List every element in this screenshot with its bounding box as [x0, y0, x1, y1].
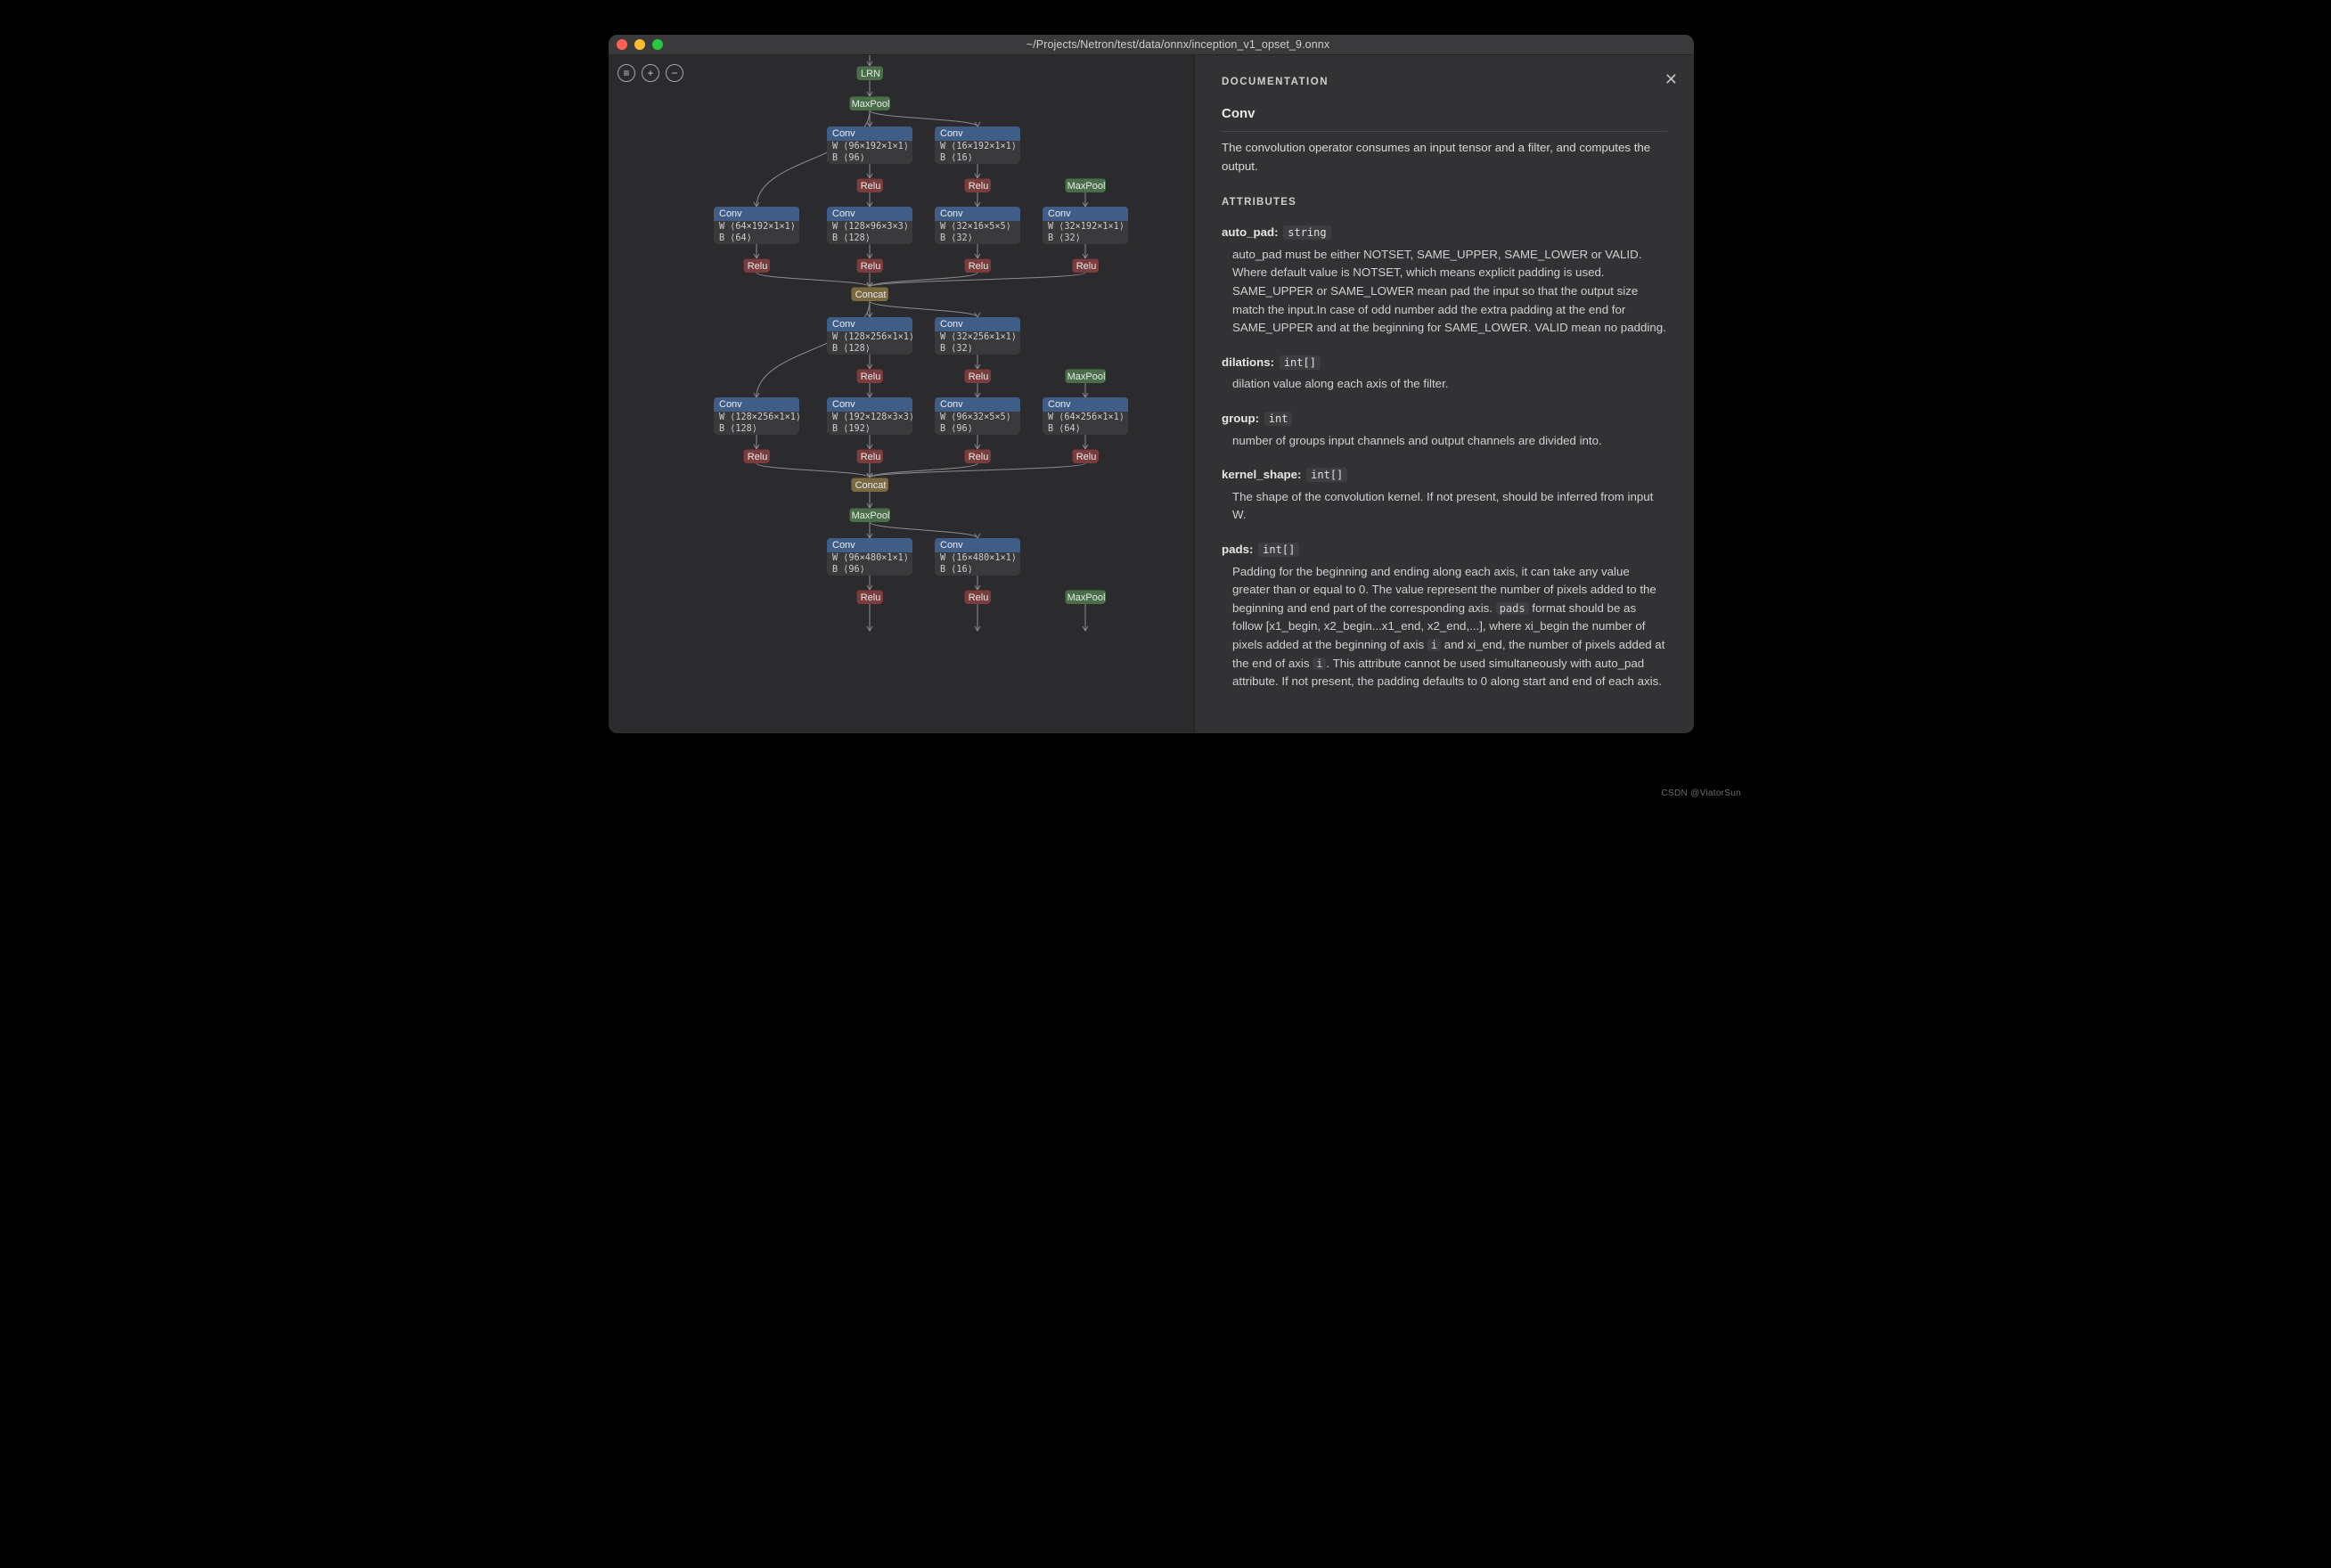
attr-desc: dilation value along each axis of the fi… — [1232, 375, 1667, 394]
relu-node[interactable]: Relu — [856, 258, 883, 273]
watermark: CSDN @ViatorSun — [1662, 788, 1742, 798]
maxpool-node[interactable]: MaxPool — [1065, 369, 1106, 383]
relu-node[interactable]: Relu — [964, 449, 991, 463]
relu-node[interactable]: Relu — [1072, 449, 1099, 463]
relu-node[interactable]: Relu — [964, 178, 991, 192]
window-title: ~/Projects/Netron/test/data/onnx/incepti… — [670, 38, 1686, 51]
conv-node[interactable]: ConvW ⟨128×96×3×3⟩B ⟨128⟩ — [827, 207, 912, 244]
relu-node[interactable]: Relu — [856, 590, 883, 604]
relu-node[interactable]: Relu — [743, 449, 770, 463]
relu-node[interactable]: Relu — [964, 258, 991, 273]
attr-desc: auto_pad must be either NOTSET, SAME_UPP… — [1232, 246, 1667, 338]
doc-sidebar: ✕ DOCUMENTATION Conv The convolution ope… — [1194, 55, 1694, 733]
close-icon[interactable] — [617, 39, 627, 50]
attr-list: auto_pad: string auto_pad must be either … — [1222, 224, 1667, 691]
canvas-toolbar: ≡ + − — [618, 64, 683, 82]
attr-name: auto_pad: — [1222, 225, 1279, 239]
attr-desc: The shape of the convolution kernel. If … — [1232, 488, 1667, 525]
attr-type: int[] — [1306, 468, 1347, 482]
graph-canvas[interactable]: ≡ + − LRN MaxPool ConvW ⟨96×192×1×1⟩B ⟨96⟩… — [609, 55, 1194, 733]
menu-icon: ≡ — [623, 67, 629, 79]
maxpool-node[interactable]: MaxPool — [1065, 178, 1106, 192]
doc-title: Conv — [1222, 103, 1667, 132]
concat-node[interactable]: Concat — [851, 478, 888, 492]
zoom-in-button[interactable]: + — [642, 64, 659, 82]
attr-desc: number of groups input channels and outp… — [1232, 432, 1667, 451]
conv-node[interactable]: ConvW ⟨64×192×1×1⟩B ⟨64⟩ — [714, 207, 799, 244]
attr-type: int — [1264, 412, 1293, 426]
conv-node[interactable]: ConvW ⟨128×256×1×1⟩B ⟨128⟩ — [827, 317, 912, 355]
relu-node[interactable]: Relu — [856, 178, 883, 192]
plus-icon: + — [647, 67, 653, 79]
conv-node[interactable]: ConvW ⟨192×128×3×3⟩B ⟨192⟩ — [827, 397, 912, 435]
maxpool-node[interactable]: MaxPool — [1065, 590, 1106, 604]
app-window: ~/Projects/Netron/test/data/onnx/incepti… — [609, 35, 1694, 733]
attr-type: string — [1283, 225, 1330, 240]
attr-desc: Padding for the beginning and ending alo… — [1232, 563, 1667, 691]
graph-svg: LRN MaxPool ConvW ⟨96×192×1×1⟩B ⟨96⟩ ConvW … — [609, 55, 1194, 733]
attr-name: dilations: — [1222, 355, 1274, 369]
conv-node[interactable]: ConvW ⟨64×256×1×1⟩B ⟨64⟩ — [1043, 397, 1128, 435]
concat-node[interactable]: Concat — [851, 287, 888, 301]
attr-item: dilations: int[] dilation value along eac… — [1222, 354, 1667, 394]
relu-node[interactable]: Relu — [964, 590, 991, 604]
relu-node[interactable]: Relu — [1072, 258, 1099, 273]
menu-button[interactable]: ≡ — [618, 64, 635, 82]
minimize-icon[interactable] — [634, 39, 645, 50]
attr-item: kernel_shape: int[] The shape of the conv… — [1222, 466, 1667, 525]
attr-name: pads: — [1222, 543, 1253, 556]
attr-type: int[] — [1280, 355, 1321, 370]
minus-icon: − — [671, 67, 677, 79]
maxpool-node[interactable]: MaxPool — [849, 96, 890, 110]
doc-heading: DOCUMENTATION — [1222, 75, 1667, 91]
attr-item: pads: int[] Padding for the beginning and… — [1222, 541, 1667, 691]
conv-node[interactable]: ConvW ⟨32×16×5×5⟩B ⟨32⟩ — [935, 207, 1020, 244]
conv-node[interactable]: ConvW ⟨96×480×1×1⟩B ⟨96⟩ — [827, 538, 912, 576]
conv-node[interactable]: ConvW ⟨16×192×1×1⟩B ⟨16⟩ — [935, 127, 1020, 164]
zoom-out-button[interactable]: − — [666, 64, 683, 82]
relu-node[interactable]: Relu — [856, 369, 883, 383]
lrn-node[interactable]: LRN — [856, 66, 883, 80]
attr-name: group: — [1222, 412, 1259, 425]
attr-type: int[] — [1258, 543, 1299, 557]
maxpool-node[interactable]: MaxPool — [849, 508, 890, 522]
conv-node[interactable]: ConvW ⟨96×192×1×1⟩B ⟨96⟩ — [827, 127, 912, 164]
conv-node[interactable]: ConvW ⟨32×256×1×1⟩B ⟨32⟩ — [935, 317, 1020, 355]
conv-node[interactable]: ConvW ⟨16×480×1×1⟩B ⟨16⟩ — [935, 538, 1020, 576]
relu-node[interactable]: Relu — [856, 449, 883, 463]
close-sidebar-button[interactable]: ✕ — [1664, 68, 1678, 93]
conv-node[interactable]: ConvW ⟨96×32×5×5⟩B ⟨96⟩ — [935, 397, 1020, 435]
attr-item: group: int number of groups input channel… — [1222, 410, 1667, 450]
relu-node[interactable]: Relu — [964, 369, 991, 383]
relu-node[interactable]: Relu — [743, 258, 770, 273]
zoom-icon[interactable] — [652, 39, 663, 50]
conv-node[interactable]: ConvW ⟨128×256×1×1⟩B ⟨128⟩ — [714, 397, 799, 435]
attr-name: kernel_shape: — [1222, 468, 1301, 481]
attr-heading: ATTRIBUTES — [1222, 195, 1667, 211]
doc-intro: The convolution operator consumes an inp… — [1222, 139, 1667, 176]
attr-item: auto_pad: string auto_pad must be either … — [1222, 224, 1667, 338]
titlebar[interactable]: ~/Projects/Netron/test/data/onnx/incepti… — [609, 35, 1694, 55]
conv-node[interactable]: ConvW ⟨32×192×1×1⟩B ⟨32⟩ — [1043, 207, 1128, 244]
